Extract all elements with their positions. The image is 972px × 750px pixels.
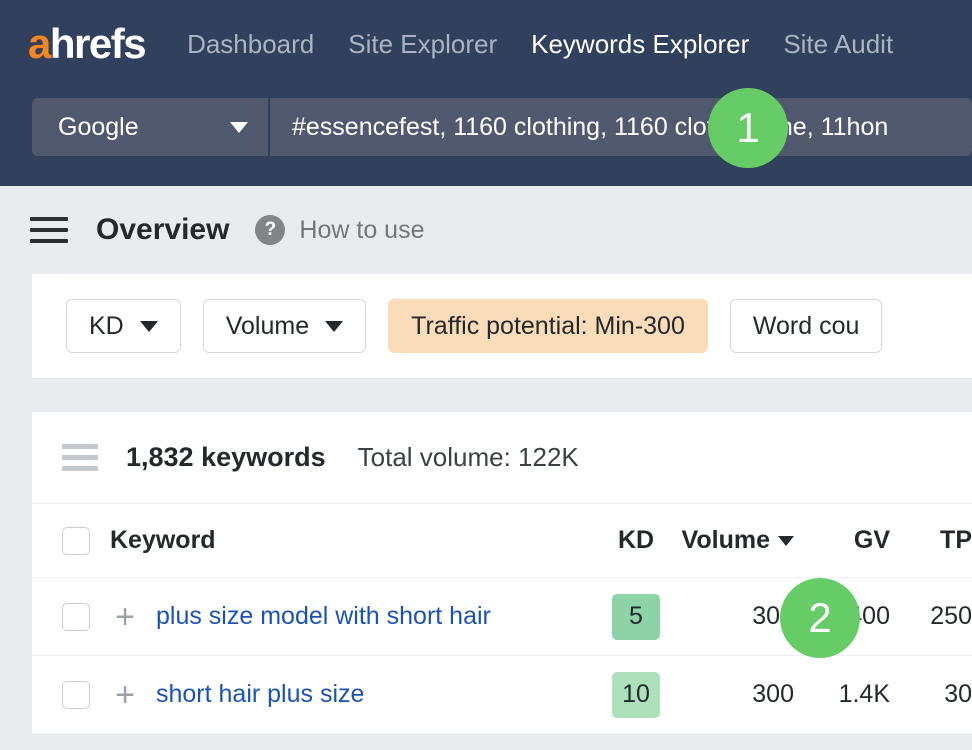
step-badge-1: 1	[708, 88, 788, 168]
column-header-volume[interactable]: Volume	[674, 526, 794, 555]
menu-icon-bar	[30, 217, 68, 221]
page-header: Overview ? How to use	[0, 186, 972, 274]
nav-link-site-audit[interactable]: Site Audit	[783, 29, 893, 60]
list-view-icon-bar	[62, 466, 98, 471]
kd-badge: 5	[612, 594, 660, 640]
column-header-keyword[interactable]: Keyword	[110, 526, 598, 555]
logo-accent-letter: a	[28, 20, 50, 67]
chevron-down-icon	[230, 122, 248, 133]
row-checkbox[interactable]	[62, 681, 90, 709]
row-checkbox[interactable]	[62, 603, 90, 631]
logo-text: hrefs	[50, 20, 145, 67]
chevron-down-icon	[140, 321, 158, 332]
volume-cell: 300	[674, 602, 794, 631]
filter-volume-button[interactable]: Volume	[203, 299, 366, 353]
chevron-down-icon	[325, 321, 343, 332]
filter-traffic-potential-label: Traffic potential: Min-300	[411, 312, 685, 341]
volume-cell: 300	[674, 680, 794, 709]
filter-kd-label: KD	[89, 312, 124, 341]
menu-icon-bar	[30, 239, 68, 243]
plus-icon[interactable]: +	[110, 600, 140, 634]
nav-link-keywords-explorer[interactable]: Keywords Explorer	[531, 29, 749, 60]
menu-icon[interactable]	[30, 217, 68, 243]
gv-cell: 1.4K	[794, 680, 890, 709]
page-title: Overview	[96, 213, 229, 247]
results-summary-row: 1,832 keywords Total volume: 122K	[32, 412, 972, 504]
list-view-icon-bar	[62, 455, 98, 460]
filter-bar: KD Volume Traffic potential: Min-300 Wor…	[32, 274, 972, 378]
table-row: + short hair plus size 10 300 1.4K 30	[32, 656, 972, 734]
filter-word-count-label: Word cou	[753, 312, 860, 341]
kd-badge: 10	[612, 672, 660, 718]
search-engine-select[interactable]: Google	[32, 98, 268, 156]
keyword-link[interactable]: short hair plus size	[156, 680, 598, 709]
keyword-count: 1,832 keywords	[126, 442, 326, 473]
filter-kd-button[interactable]: KD	[66, 299, 181, 353]
column-header-tp[interactable]: TP	[890, 526, 972, 555]
nav-link-dashboard[interactable]: Dashboard	[187, 29, 314, 60]
kd-cell: 5	[598, 594, 674, 640]
filter-word-count-button[interactable]: Word cou	[730, 299, 883, 353]
filter-volume-label: Volume	[226, 312, 309, 341]
keyword-link[interactable]: plus size model with short hair	[156, 602, 598, 631]
list-view-icon[interactable]	[62, 444, 98, 471]
nav-links: Dashboard Site Explorer Keywords Explore…	[187, 29, 893, 60]
search-engine-label: Google	[58, 113, 139, 142]
plus-icon[interactable]: +	[110, 678, 140, 712]
results-panel: 1,832 keywords Total volume: 122K Keywor…	[32, 412, 972, 734]
kd-cell: 10	[598, 672, 674, 718]
filter-traffic-potential-button[interactable]: Traffic potential: Min-300	[388, 299, 708, 353]
tp-cell: 30	[890, 680, 972, 709]
how-to-use-link[interactable]: How to use	[299, 216, 424, 245]
tp-cell: 250	[890, 602, 972, 631]
nav-link-site-explorer[interactable]: Site Explorer	[348, 29, 497, 60]
column-header-kd[interactable]: KD	[598, 526, 674, 555]
table-header-row: Keyword KD Volume GV TP	[32, 504, 972, 578]
column-header-gv[interactable]: GV	[794, 526, 890, 555]
step-badge-2: 2	[780, 578, 860, 658]
select-all-checkbox[interactable]	[62, 527, 90, 555]
sort-descending-icon	[778, 536, 794, 546]
ahrefs-logo[interactable]: ahrefs	[28, 23, 145, 65]
total-volume: Total volume: 122K	[358, 442, 579, 473]
search-row: Google #essencefest, 1160 clothing, 1160…	[0, 98, 972, 156]
menu-icon-bar	[30, 228, 68, 232]
list-view-icon-bar	[62, 444, 98, 449]
help-icon[interactable]: ?	[255, 215, 285, 245]
column-header-volume-label: Volume	[682, 526, 770, 554]
page-body: Overview ? How to use KD Volume Traffic …	[0, 186, 972, 750]
top-navigation-bar: ahrefs Dashboard Site Explorer Keywords …	[0, 0, 972, 186]
keywords-search-input[interactable]: #essencefest, 1160 clothing, 1160 clothi…	[270, 98, 972, 156]
panel-gap	[0, 378, 972, 412]
nav-row: ahrefs Dashboard Site Explorer Keywords …	[0, 0, 972, 88]
